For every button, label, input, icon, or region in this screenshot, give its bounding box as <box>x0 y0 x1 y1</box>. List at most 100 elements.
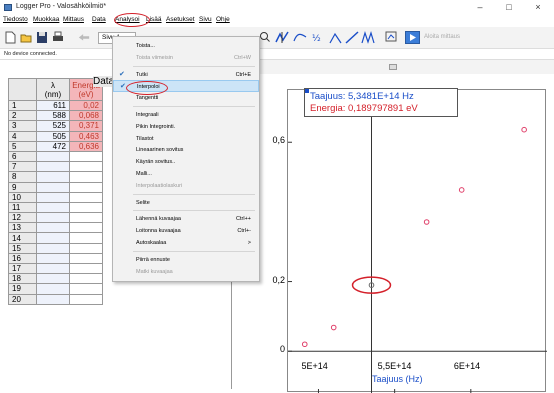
minimize-button[interactable]: – <box>468 1 492 14</box>
menu-item-2[interactable]: Mittaus <box>63 16 84 23</box>
graph-handle-icon[interactable] <box>389 64 397 70</box>
lambda-cell[interactable] <box>36 252 70 265</box>
menu-item-7[interactable]: Sivu <box>199 16 212 23</box>
energy-cell[interactable] <box>69 262 103 275</box>
analysis-menu-item[interactable]: Tilastot <box>113 133 259 145</box>
lambda-cell[interactable] <box>36 212 70 224</box>
row-number: 8 <box>8 171 37 183</box>
data-point <box>423 219 430 225</box>
lambda-header[interactable]: λ (nm) <box>36 78 70 101</box>
lambda-cell[interactable] <box>36 222 70 234</box>
analysis-menu-item[interactable]: Selite <box>113 197 259 209</box>
analysis-menu-item[interactable]: Tangentti <box>113 92 259 104</box>
energy-cell[interactable] <box>69 283 103 295</box>
analysis-menu-item[interactable]: Toista... <box>113 40 259 52</box>
lambda-cell[interactable] <box>36 150 70 163</box>
lambda-cell[interactable] <box>36 191 70 203</box>
energy-cell[interactable] <box>69 232 103 244</box>
save-icon[interactable] <box>36 31 48 44</box>
analysis-menu-item[interactable]: Toista viimeisin Ctrl+W <box>113 52 259 64</box>
menu-item-8[interactable]: Ohje <box>216 16 230 23</box>
close-button[interactable]: × <box>526 1 550 14</box>
lambda-cell[interactable] <box>36 171 70 183</box>
lambda-cell[interactable] <box>36 273 70 285</box>
lambda-cell[interactable] <box>36 181 70 193</box>
analysis-menu-item[interactable]: Käyrän sovitus.. <box>113 156 259 168</box>
open-folder-icon[interactable] <box>20 31 32 44</box>
model-icon[interactable] <box>385 31 399 44</box>
lambda-cell[interactable]: 525 <box>36 120 70 132</box>
analysis-menu-item[interactable]: Integraali <box>113 109 259 121</box>
lambda-cell[interactable] <box>36 161 70 173</box>
collect-button[interactable] <box>405 31 420 44</box>
integral-icon[interactable]: ½ <box>311 31 325 44</box>
menu-item-0[interactable]: Tiedosto <box>3 16 28 23</box>
lambda-cell[interactable]: 505 <box>36 130 70 142</box>
menu-item-label: Pikin Integrointi. <box>136 123 176 130</box>
analysis-menu-item[interactable]: Piirrä ennuste <box>113 254 259 266</box>
row-number: 17 <box>8 262 37 275</box>
analysis-menu-item[interactable]: Loitonna kuvaajaa Ctrl+- <box>113 225 259 237</box>
energy-cell[interactable]: 0,371 <box>69 120 103 132</box>
lambda-cell[interactable] <box>36 242 70 254</box>
plot-area[interactable] <box>287 89 547 393</box>
y-tick-label: 0 <box>279 344 285 355</box>
energy-cell[interactable] <box>69 171 103 183</box>
energy-cell[interactable]: 0,636 <box>69 140 103 152</box>
tooltip-energy: Energia: 0,189797891 eV <box>310 103 418 114</box>
menu-item-3[interactable]: Data <box>92 16 106 23</box>
energy-cell[interactable] <box>69 181 103 193</box>
lambda-cell[interactable] <box>36 262 70 275</box>
energy-cell[interactable]: 0,068 <box>69 110 103 122</box>
lambda-cell[interactable] <box>36 293 70 305</box>
maximize-button[interactable]: □ <box>497 1 521 14</box>
energy-cell[interactable] <box>69 222 103 234</box>
energy-cell[interactable] <box>69 212 103 224</box>
analysis-menu-item[interactable]: Autoskaalaa > <box>113 237 259 249</box>
x-axis-title[interactable]: Taajuus (Hz) <box>372 374 423 384</box>
menu-item-label: Tangentti <box>136 95 159 102</box>
energy-cell[interactable] <box>69 242 103 254</box>
energy-cell[interactable] <box>69 293 103 305</box>
energy-cell[interactable] <box>69 150 103 163</box>
menu-item-1[interactable]: Muokkaa <box>33 16 59 23</box>
analysis-menu-item[interactable]: Tutki Ctrl+E ✔ <box>113 69 259 81</box>
energy-cell[interactable]: 0,463 <box>69 130 103 142</box>
lambda-cell[interactable] <box>36 232 70 244</box>
check-icon: ✔ <box>119 70 125 78</box>
menu-item-label: Toista... <box>136 43 155 49</box>
linear-fit-icon[interactable] <box>345 31 359 44</box>
energy-cell[interactable] <box>69 191 103 203</box>
examine-icon[interactable] <box>275 31 289 44</box>
lambda-cell[interactable]: 588 <box>36 110 70 122</box>
table-row: 10 <box>8 191 103 203</box>
analysis-menu-item[interactable]: Pikin Integrointi. <box>113 121 259 133</box>
row-number: 12 <box>8 212 37 224</box>
new-file-icon[interactable] <box>4 31 16 44</box>
energy-cell[interactable] <box>69 161 103 173</box>
analysis-menu-item[interactable]: Malli... <box>113 168 259 180</box>
lambda-cell[interactable]: 472 <box>36 140 70 152</box>
energy-cell[interactable] <box>69 273 103 285</box>
lambda-cell[interactable]: 611 <box>36 99 70 112</box>
collect-label: Aloita mittaus <box>424 34 461 40</box>
title-bar: Logger Pro - Valosähköilmiö* – □ × <box>0 0 554 15</box>
menu-item-6[interactable]: Asetukset <box>166 16 195 23</box>
statistics-icon[interactable] <box>329 31 343 44</box>
menu-item-label: Tilastot <box>136 135 154 142</box>
print-icon[interactable] <box>52 31 64 44</box>
tangent-icon[interactable] <box>293 31 307 44</box>
analysis-menu-item[interactable]: Interpolaatiolaskuri <box>113 180 259 192</box>
back-arrow-icon[interactable] <box>78 31 90 44</box>
analysis-menu-item[interactable]: Lineaarinen sovitus <box>113 144 259 156</box>
zoom-icon[interactable] <box>259 31 271 44</box>
energy-cell[interactable] <box>69 201 103 214</box>
lambda-cell[interactable] <box>36 201 70 214</box>
analysis-menu-item[interactable]: Matki kuvaajaa <box>113 266 259 278</box>
analysis-menu-item[interactable]: Lähennä kuvaajaa Ctrl++ <box>113 213 259 225</box>
menu-item-label: Käyrän sovitus.. <box>136 159 176 166</box>
energy-cell[interactable]: 0,02 <box>69 99 103 112</box>
energy-cell[interactable] <box>69 252 103 265</box>
curve-fit-icon[interactable] <box>361 31 375 44</box>
lambda-cell[interactable] <box>36 283 70 295</box>
